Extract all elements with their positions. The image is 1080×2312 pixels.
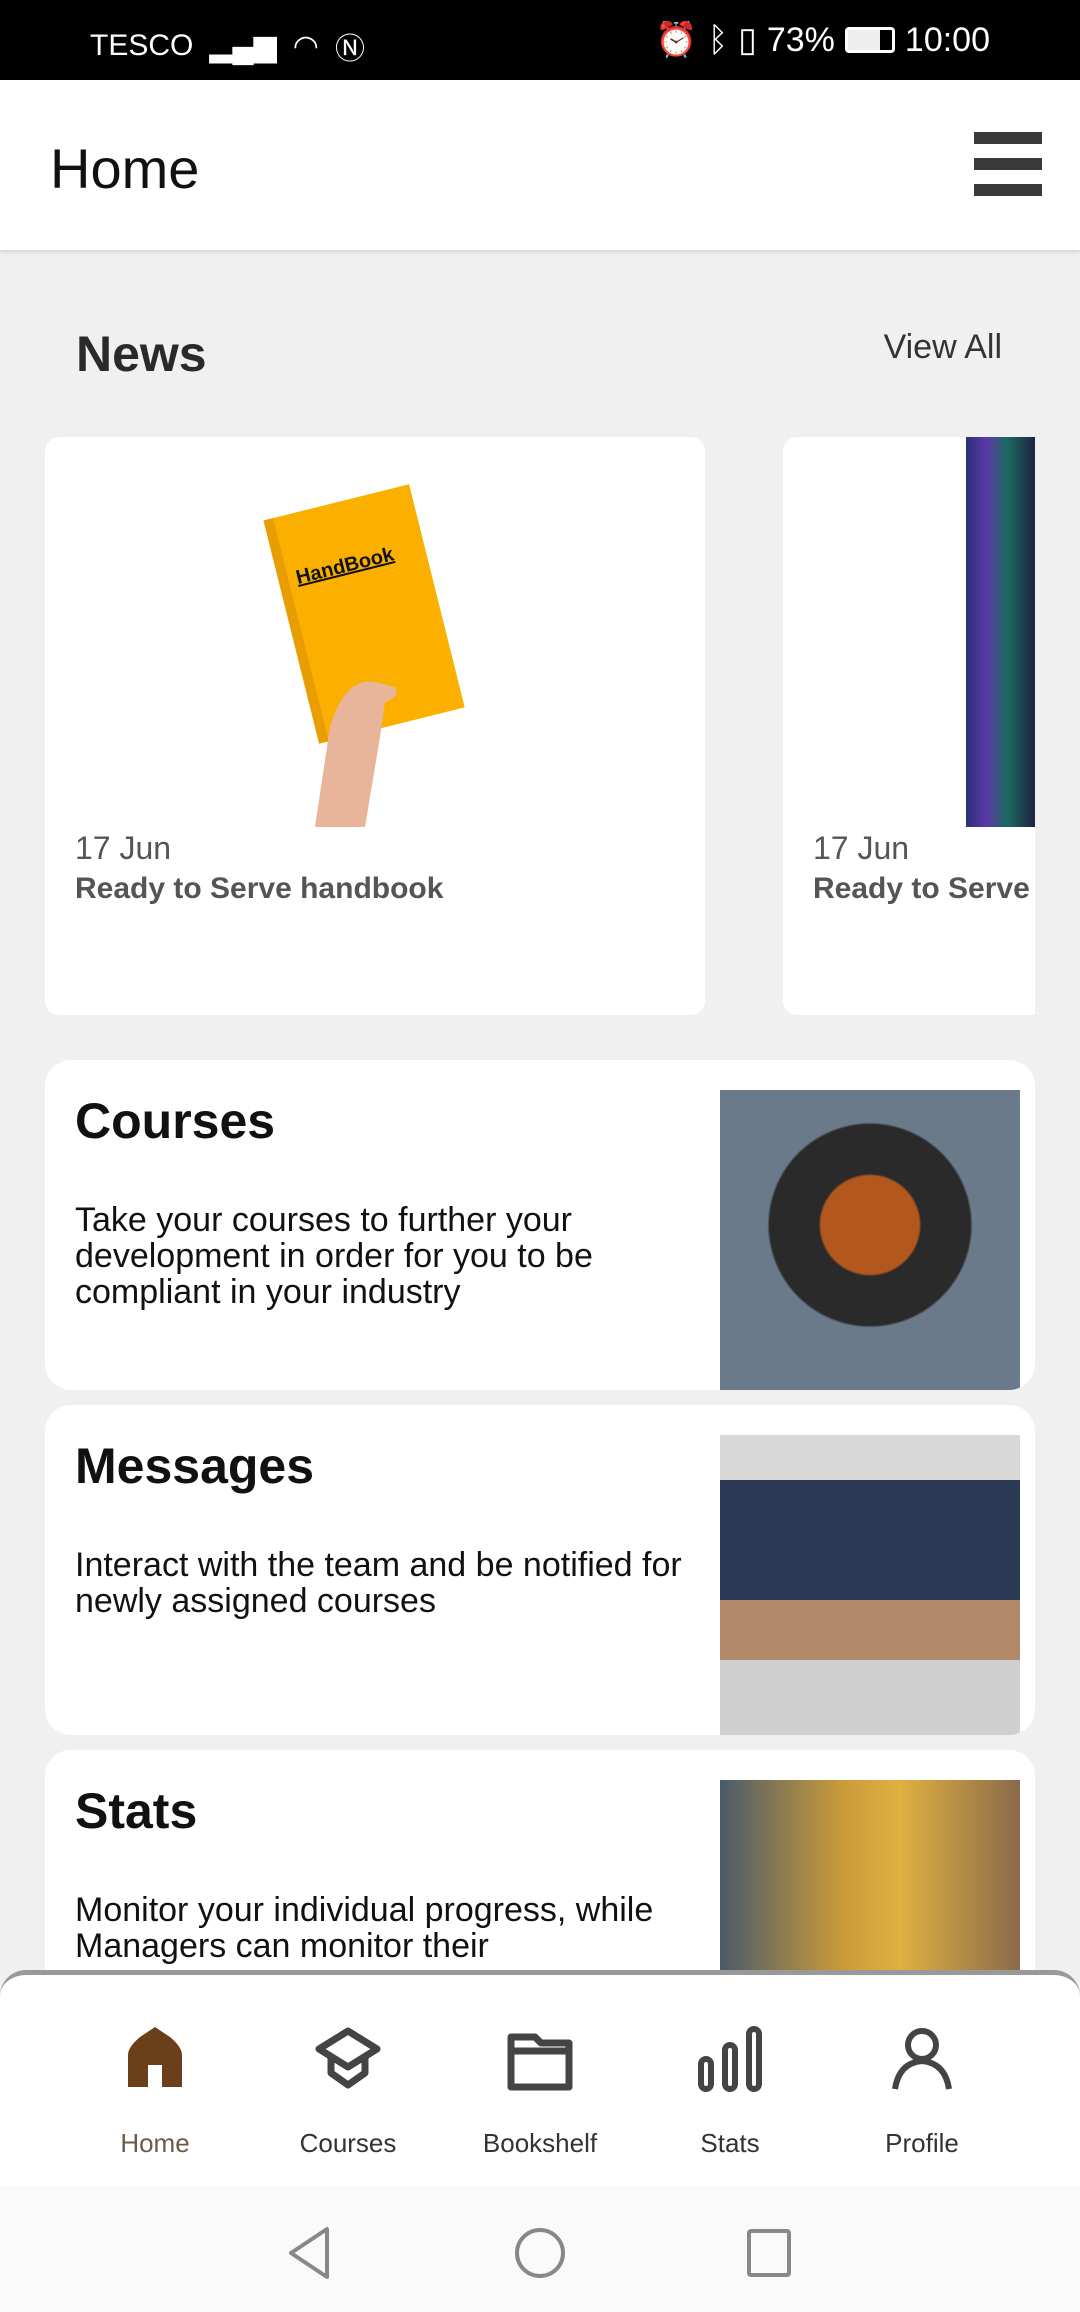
card-title: Stats [75,1783,198,1839]
battery-percent: 73% [766,20,835,59]
battery-icon [844,27,895,53]
view-all-link[interactable]: View All [884,328,1002,367]
nav-profile[interactable]: Profile [832,2025,1012,2159]
status-bar: TESCO ▂▄▆ ◠ Ⓝ ⏰ ᛒ ▯ 73% 10:00 [0,0,1080,80]
news-title: Ready to Serve [813,872,1030,905]
nav-label: Home [120,2128,190,2158]
recents-icon[interactable] [745,2225,795,2281]
home-circle-icon[interactable] [513,2225,567,2281]
nav-label: Bookshelf [482,2128,598,2158]
nav-bookshelf[interactable]: Bookshelf [450,2025,630,2159]
news-date: 17 Jun [75,830,172,866]
folder-icon [507,2033,573,2091]
system-nav-bar [0,2185,1080,2312]
bottom-nav: Home Courses Bookshelf Stats Profile [0,1970,1080,2185]
courses-image [720,1090,1020,1390]
messages-card[interactable]: Messages Interact with the team and be n… [45,1405,1035,1735]
signal-icon: ▂▄▆ [209,29,277,63]
wifi-icon: ◠ [292,29,319,63]
news-title: Ready to Serve handbook [75,872,444,905]
person-icon [892,2028,952,2090]
courses-card[interactable]: Courses Take your courses to further you… [45,1060,1035,1390]
nav-label: Profile [885,2128,959,2158]
nav-label: Stats [700,2128,760,2158]
vibrate-icon: ▯ [738,21,757,59]
bluetooth-icon: ᛒ [707,20,729,59]
news-date: 17 Jun [813,830,910,866]
back-icon[interactable] [285,2225,335,2281]
messages-image [720,1435,1020,1735]
card-title: Courses [75,1093,276,1149]
alarm-icon: ⏰ [655,21,698,59]
news-image [966,437,1035,827]
bar-chart-icon [698,2026,762,2092]
home-icon [128,2027,182,2087]
news-heading: News [76,326,207,382]
news-card[interactable]: HandBook 17 Jun Ready to Serve handbook [45,437,705,1015]
card-description: Monitor your individual progress, while … [75,1891,654,1965]
graduation-cap-icon [315,2027,381,2089]
handbook-image: HandBook [45,437,705,827]
hamburger-menu-icon[interactable] [974,130,1042,198]
card-description: Take your courses to further your develo… [75,1201,593,1311]
nfc-icon: Ⓝ [334,33,365,66]
nav-label: Courses [299,2128,397,2158]
nav-home[interactable]: Home [65,2025,245,2159]
carrier: TESCO [90,29,194,62]
news-card[interactable]: 17 Jun Ready to Serve [783,437,1035,1015]
nav-stats[interactable]: Stats [640,2025,820,2159]
nav-courses[interactable]: Courses [258,2025,438,2159]
card-description: Interact with the team and be notified f… [75,1546,682,1620]
clock: 10:00 [904,20,990,59]
page-title: Home [50,137,200,200]
app-header: Home [0,80,1080,250]
card-title: Messages [75,1438,315,1494]
